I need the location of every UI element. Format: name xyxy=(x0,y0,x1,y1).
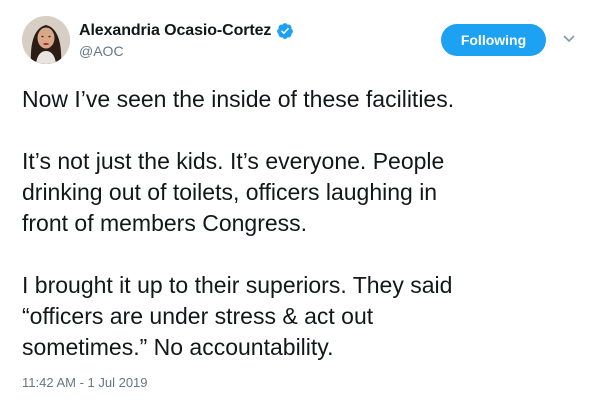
tweet-line: It’s not just the kids. It’s everyone. P… xyxy=(22,148,445,174)
chevron-down-icon[interactable] xyxy=(562,32,576,46)
tweet-line: Now I’ve seen the inside of these facili… xyxy=(22,86,455,112)
tweet-line: sometimes.” No accountability. xyxy=(22,334,334,360)
author-block: Alexandria Ocasio-Cortez @AOC xyxy=(79,20,294,59)
tweet-line: “officers are under stress & act out xyxy=(22,303,374,329)
tweet-timestamp[interactable]: 11:42 AM - 1 Jul 2019 xyxy=(22,375,148,390)
tweet-line: drinking out of toilets, officers laughi… xyxy=(22,179,438,205)
tweet-card: Alexandria Ocasio-Cortez @AOC Following … xyxy=(0,0,596,407)
handle[interactable]: @AOC xyxy=(79,43,294,59)
avatar[interactable] xyxy=(22,16,70,64)
tweet-text: Now I’ve seen the inside of these facili… xyxy=(22,84,582,363)
display-name[interactable]: Alexandria Ocasio-Cortez xyxy=(79,22,271,40)
display-name-row: Alexandria Ocasio-Cortez xyxy=(79,20,294,42)
tweet-line: front of members Congress. xyxy=(22,210,308,236)
profile-photo xyxy=(22,16,70,64)
tweet-line: I brought it up to their superiors. They… xyxy=(22,272,453,298)
following-button[interactable]: Following xyxy=(441,24,546,56)
verified-badge-icon xyxy=(276,22,294,40)
